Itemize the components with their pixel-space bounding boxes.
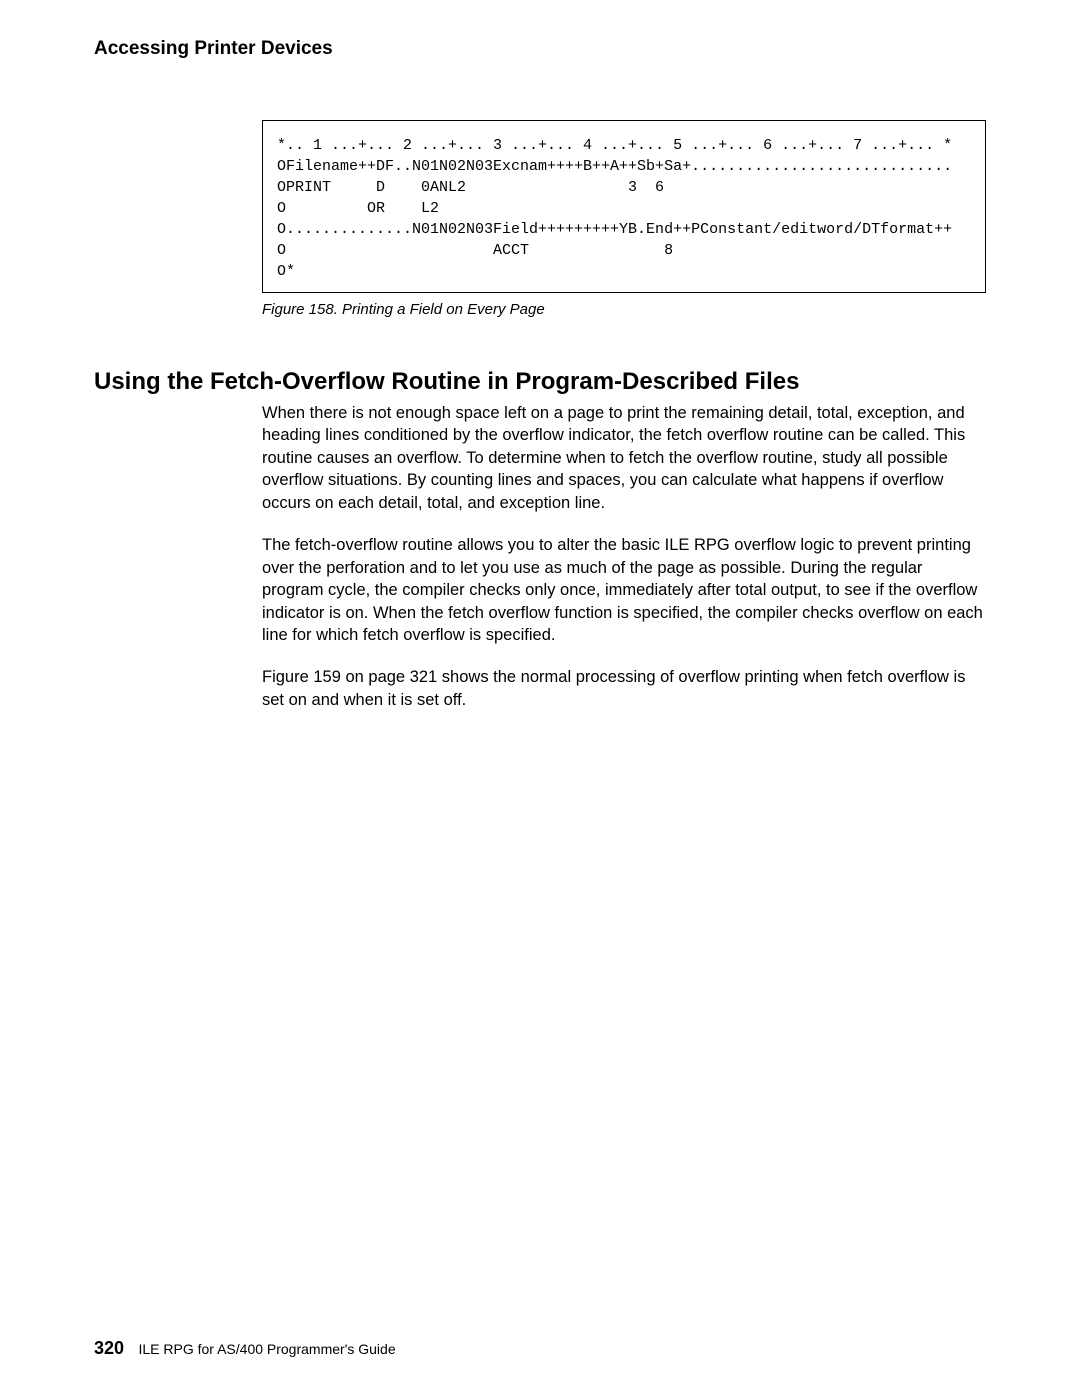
section-heading: Using the Fetch-Overflow Routine in Prog… [94, 368, 986, 396]
paragraph-1: When there is not enough space left on a… [262, 402, 986, 514]
paragraph-3: Figure 159 on page 321 shows the normal … [262, 666, 986, 711]
paragraph-2: The fetch-overflow routine allows you to… [262, 534, 986, 646]
body-text: When there is not enough space left on a… [262, 402, 986, 711]
page-number: 320 [94, 1338, 124, 1358]
page-footer: 320 ILE RPG for AS/400 Programmer's Guid… [94, 1338, 396, 1359]
figure-caption: Figure 158. Printing a Field on Every Pa… [262, 301, 986, 318]
page-section-header: Accessing Printer Devices [94, 38, 986, 60]
code-listing: *.. 1 ...+... 2 ...+... 3 ...+... 4 ...+… [262, 120, 986, 293]
footer-book-title: ILE RPG for AS/400 Programmer's Guide [139, 1341, 396, 1357]
figure-wrapper: *.. 1 ...+... 2 ...+... 3 ...+... 4 ...+… [262, 120, 986, 318]
